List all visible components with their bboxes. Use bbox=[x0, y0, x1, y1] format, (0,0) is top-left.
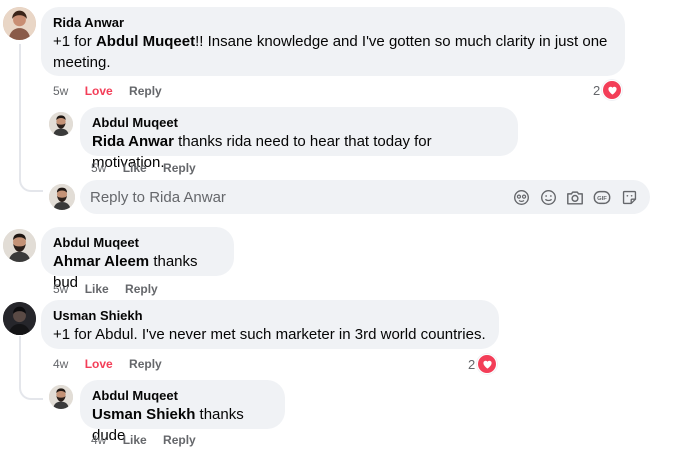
comment-bubble: Abdul Muqeet Ahmar Aleem thanks bud bbox=[41, 227, 234, 291]
svg-text:GIF: GIF bbox=[597, 196, 607, 202]
love-button[interactable]: Love bbox=[85, 84, 113, 98]
reply-button[interactable]: Reply bbox=[125, 282, 158, 296]
reply-input[interactable]: Reply to Rida Anwar bbox=[90, 189, 512, 206]
avatar-abdul-image bbox=[3, 229, 36, 262]
like-button[interactable]: Like bbox=[123, 161, 147, 175]
comment-actions: 4w Love Reply bbox=[53, 357, 175, 371]
mention-link[interactable]: Usman Shiekh bbox=[92, 406, 195, 423]
avatar-abdul-image bbox=[49, 184, 75, 210]
comment-text: +1 for Abdul Muqeet!! Insane knowledge a… bbox=[53, 33, 608, 71]
reply-button[interactable]: Reply bbox=[163, 433, 196, 447]
comment-text: +1 for Abdul. I've never met such market… bbox=[53, 326, 486, 343]
avatar-abdul-image bbox=[49, 112, 73, 136]
thread-line bbox=[19, 44, 21, 168]
reply-bubble: Abdul Muqeet Usman Shiekh thanks dude bbox=[80, 380, 285, 444]
reply-button[interactable]: Reply bbox=[129, 357, 162, 371]
composer-tools: GIF bbox=[512, 188, 638, 206]
avatar-abdul-image bbox=[49, 385, 73, 409]
comment-time[interactable]: 4w bbox=[53, 357, 68, 371]
reaction-count: 2 bbox=[593, 82, 601, 98]
reply-time[interactable]: 4w bbox=[91, 433, 106, 447]
comment-time[interactable]: 5w bbox=[53, 84, 68, 98]
reply-author[interactable]: Abdul Muqeet bbox=[92, 114, 506, 131]
comment-bubble: Rida Anwar +1 for Abdul Muqeet!! Insane … bbox=[41, 7, 625, 76]
reply-bubble: Abdul Muqeet Rida Anwar thanks rida need… bbox=[80, 107, 518, 171]
heart-icon bbox=[602, 80, 623, 100]
like-button[interactable]: Like bbox=[85, 282, 109, 296]
sticker-icon[interactable] bbox=[620, 188, 638, 206]
reply-input-box[interactable]: Reply to Rida Anwar GIF bbox=[80, 180, 650, 214]
avatar[interactable] bbox=[3, 229, 36, 262]
thread-connector bbox=[19, 116, 41, 126]
comment-author[interactable]: Usman Shiekh bbox=[53, 307, 487, 324]
avatar-rida-image bbox=[3, 7, 36, 40]
like-button[interactable]: Like bbox=[123, 433, 147, 447]
avatar[interactable] bbox=[3, 7, 36, 40]
mention-link[interactable]: Abdul Muqeet bbox=[96, 33, 195, 50]
comment-author[interactable]: Rida Anwar bbox=[53, 14, 613, 31]
comment-bubble: Usman Shiekh +1 for Abdul. I've never me… bbox=[41, 300, 499, 349]
avatar[interactable] bbox=[3, 302, 36, 335]
avatar[interactable] bbox=[49, 385, 73, 409]
reply-actions: 5w Like Reply bbox=[91, 161, 209, 175]
comment-actions: 5w Like Reply bbox=[53, 282, 171, 296]
reply-actions: 4w Like Reply bbox=[91, 433, 209, 447]
reaction-summary[interactable]: 2 bbox=[593, 80, 623, 100]
comment-actions: 5w Love Reply bbox=[53, 84, 175, 98]
mention-link[interactable]: Ahmar Aleem bbox=[53, 253, 149, 270]
emoji-icon[interactable] bbox=[539, 188, 557, 206]
reply-button[interactable]: Reply bbox=[163, 161, 196, 175]
reply-time[interactable]: 5w bbox=[91, 161, 106, 175]
reply-author[interactable]: Abdul Muqeet bbox=[92, 387, 273, 404]
heart-icon bbox=[477, 354, 498, 374]
reply-button[interactable]: Reply bbox=[129, 84, 162, 98]
avatar[interactable] bbox=[49, 112, 73, 136]
thread-connector bbox=[19, 376, 43, 400]
thread-connector bbox=[19, 168, 43, 192]
avatar-usman-image bbox=[3, 302, 36, 335]
reaction-summary[interactable]: 2 bbox=[468, 354, 498, 374]
comment-author[interactable]: Abdul Muqeet bbox=[53, 234, 222, 251]
avatar-sticker-icon[interactable] bbox=[512, 188, 530, 206]
camera-icon[interactable] bbox=[566, 188, 584, 206]
current-user-avatar[interactable] bbox=[49, 184, 75, 210]
love-button[interactable]: Love bbox=[85, 357, 113, 371]
mention-link[interactable]: Rida Anwar bbox=[92, 133, 174, 150]
gif-icon[interactable]: GIF bbox=[593, 188, 611, 206]
comment-time[interactable]: 5w bbox=[53, 282, 68, 296]
reaction-count: 2 bbox=[468, 356, 476, 372]
